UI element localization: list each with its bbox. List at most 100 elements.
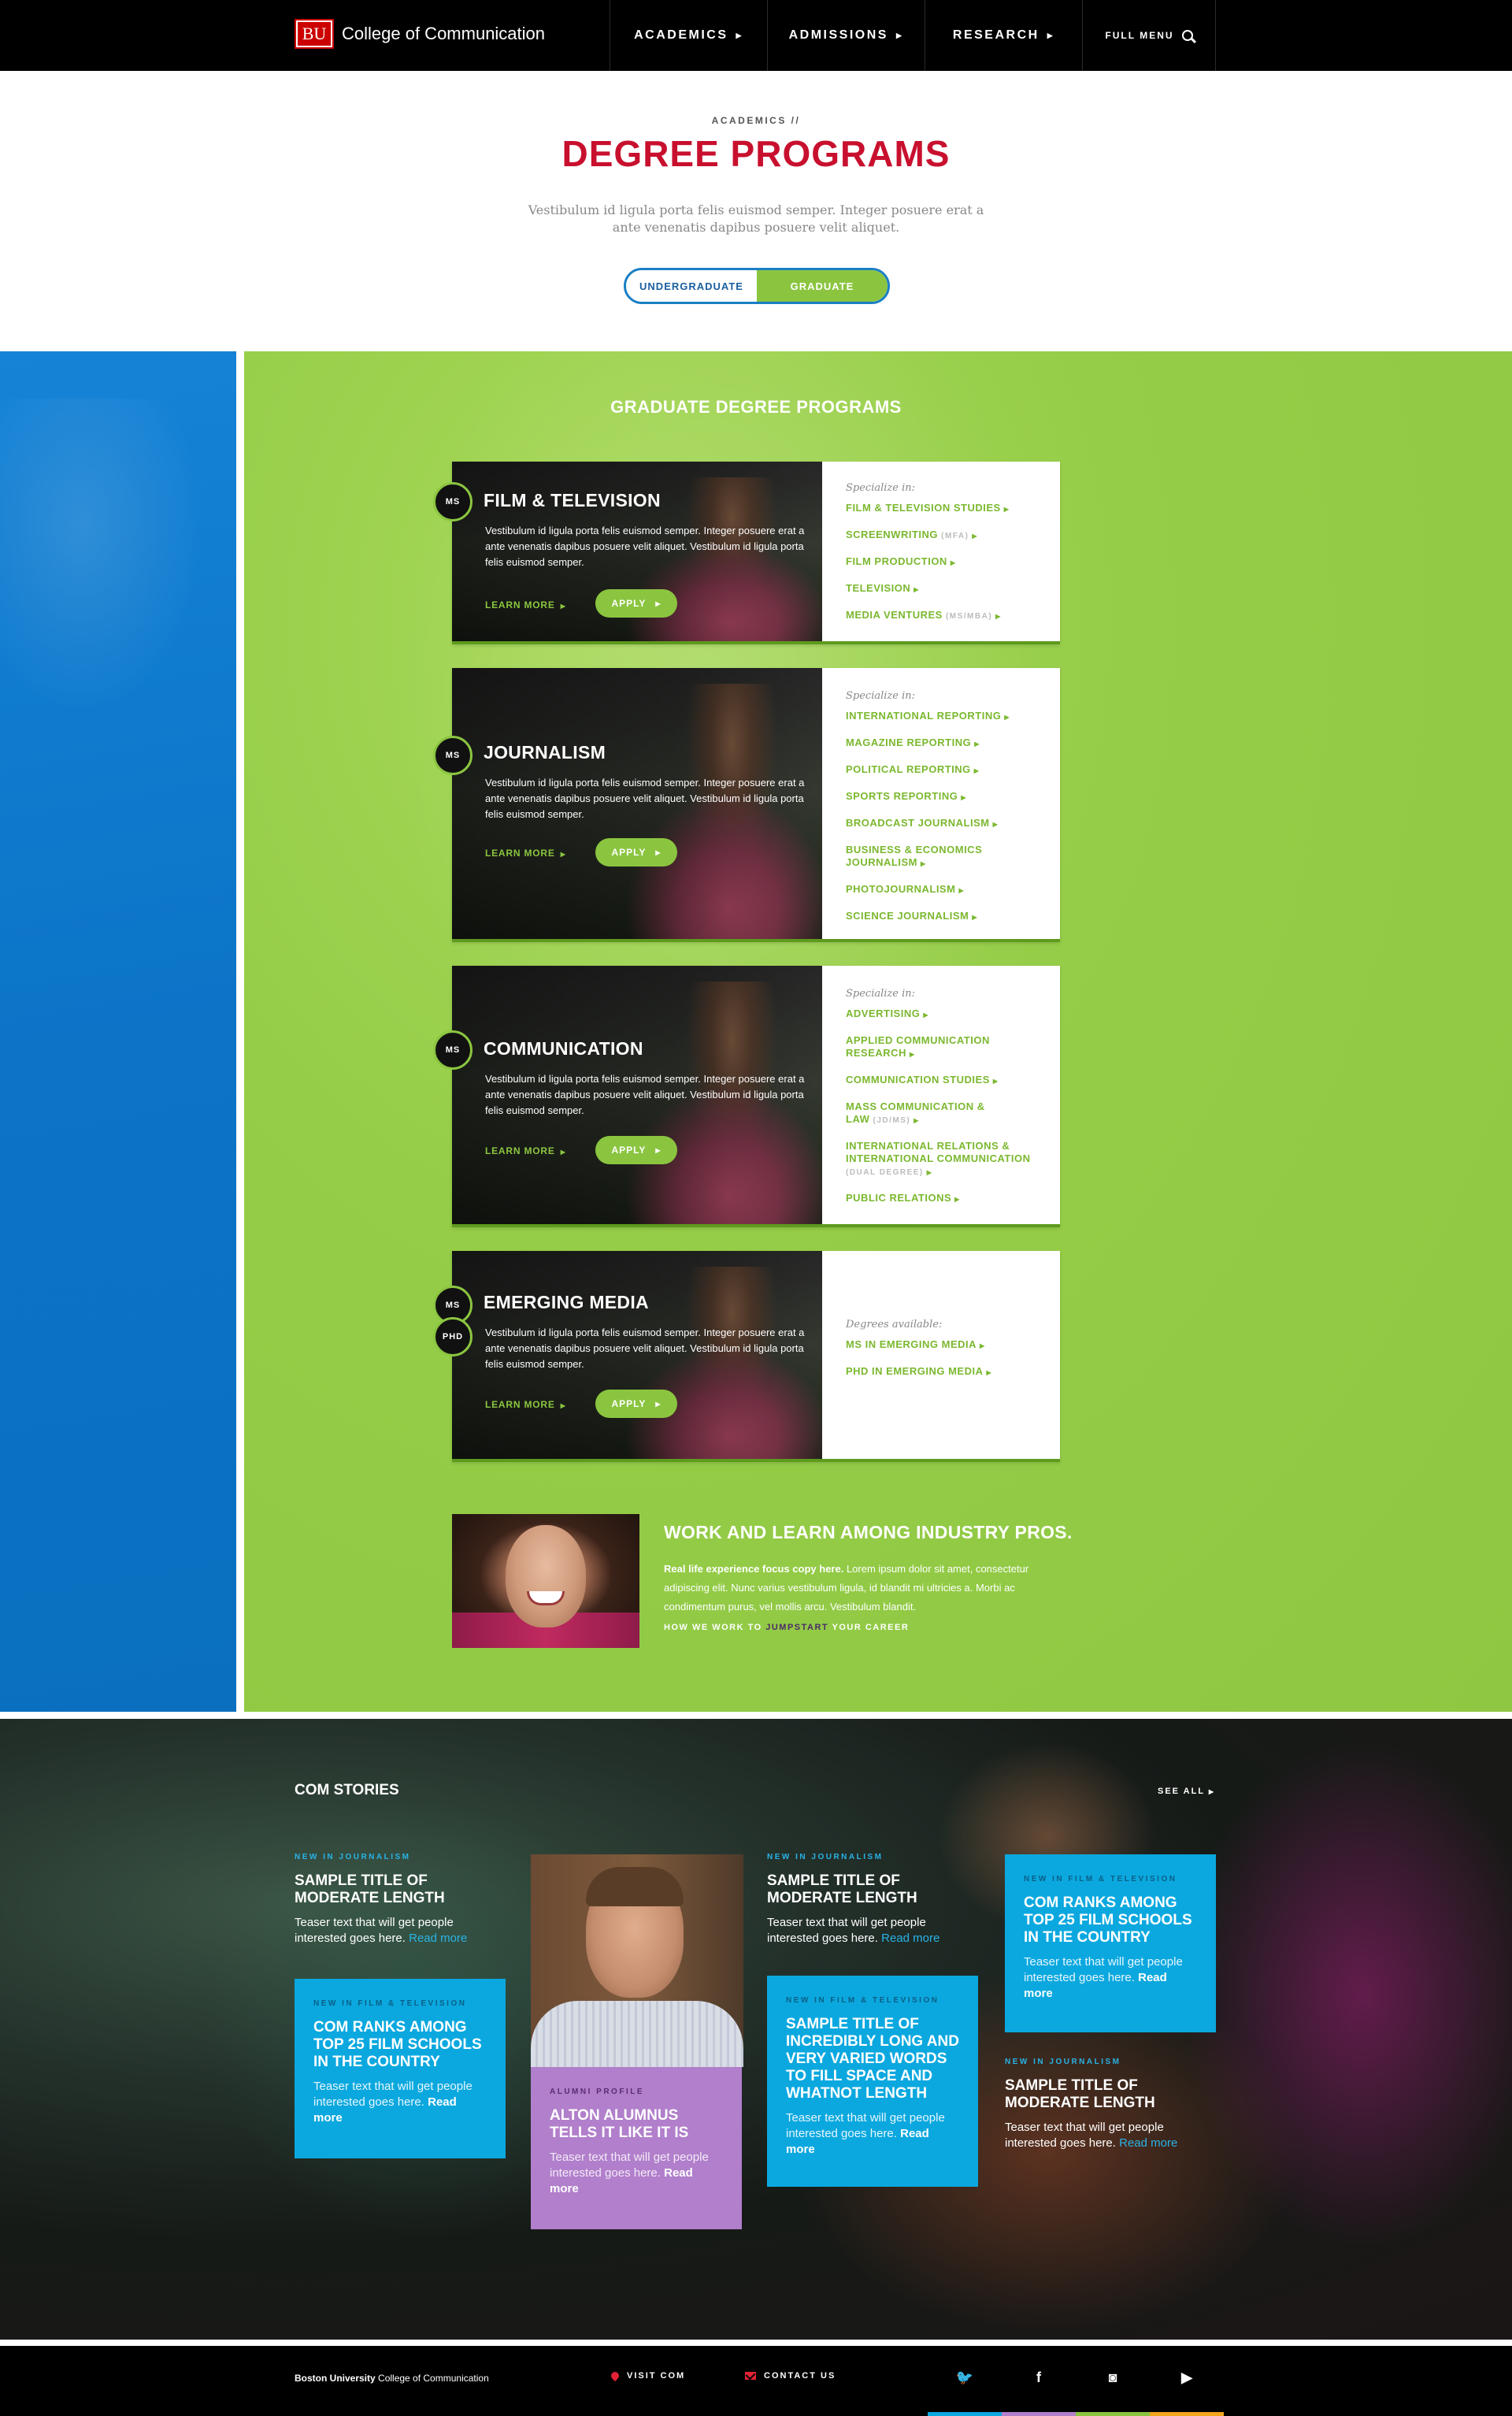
list-item[interactable]: FILM & TELEVISION STUDIES ▶ (846, 502, 1054, 516)
learn-more-link[interactable]: LEARN MORE ▶ (485, 599, 566, 610)
list-item[interactable]: SCIENCE JOURNALISM ▶ (846, 910, 1054, 924)
nav-admissions[interactable]: ADMISSIONS ▶ (767, 0, 925, 71)
program-name: EMERGING MEDIA (484, 1292, 649, 1312)
degree-badge: PHD (433, 1317, 472, 1356)
read-more-link[interactable]: Read more (1119, 2136, 1177, 2150)
site-brand[interactable]: BU College of Communication (295, 19, 545, 49)
list-item[interactable]: TELEVISION ▶ (846, 582, 1054, 596)
story-card[interactable]: NEW IN FILM & TELEVISION SAMPLE TITLE OF… (767, 1976, 978, 2187)
list-item[interactable]: PUBLIC RELATIONS ▶ (846, 1192, 1054, 1206)
caret-right-icon: ▶ (655, 1400, 662, 1408)
toggle-graduate[interactable]: GRADUATE (757, 270, 888, 302)
youtube-icon[interactable]: ▶ (1150, 2362, 1224, 2393)
nav-research[interactable]: RESEARCH ▶ (925, 0, 1082, 71)
contact-us-link[interactable]: CONTACT US (745, 2371, 836, 2381)
stories-title: COM STORIES (295, 1782, 399, 1798)
list-item[interactable]: POLITICAL REPORTING ▶ (846, 763, 1054, 777)
story-card[interactable]: NEW IN FILM & TELEVISION COM RANKS AMONG… (295, 1979, 506, 2158)
degree-badge: MS (433, 1030, 472, 1070)
read-more-link[interactable]: Read more (409, 1932, 467, 1945)
list-item[interactable]: PHOTOJOURNALISM ▶ (846, 883, 1054, 897)
social-accent-bar (1002, 2412, 1076, 2416)
nav-academics-label: ACADEMICS (634, 28, 728, 42)
apply-button[interactable]: APPLY ▶ (595, 1136, 677, 1164)
list-item[interactable]: MEDIA VENTURES (MS/MBA) ▶ (846, 609, 1054, 623)
caret-right-icon: ▶ (558, 851, 566, 858)
apply-button[interactable]: APPLY ▶ (595, 589, 677, 618)
list-item[interactable]: PHD IN EMERGING MEDIA ▶ (846, 1365, 1054, 1379)
visit-com-link[interactable]: VISIT COM (609, 2370, 685, 2382)
nav-full-menu[interactable]: FULL MENU (1082, 0, 1216, 71)
program-description: Vestibulum id ligula porta felis euismod… (485, 1073, 805, 1116)
caret-right-icon: ▶ (655, 1146, 662, 1154)
intro-text: Vestibulum id ligula porta felis euismod… (528, 202, 984, 235)
caret-right-icon: ▶ (736, 31, 743, 39)
site-name[interactable]: College of Communication (342, 24, 545, 44)
list-label: Degrees available: (846, 1319, 943, 1330)
specializations-list: Specialize in: FILM & TELEVISION STUDIES… (846, 482, 1054, 636)
list-item[interactable]: MASS COMMUNICATION & LAW (JD/MS) ▶ (846, 1100, 995, 1127)
social-accent-bar (1076, 2412, 1150, 2416)
toggle-undergraduate[interactable]: UNDERGRADUATE (626, 270, 757, 302)
apply-button[interactable]: APPLY ▶ (595, 838, 677, 867)
promo-title: WORK AND LEARN AMONG INDUSTRY PROS. (664, 1522, 1073, 1542)
specializations-list: Specialize in: ADVERTISING ▶ APPLIED COMM… (846, 988, 1054, 1219)
story-card[interactable]: NEW IN JOURNALISM SAMPLE TITLE OF MODERA… (767, 1853, 978, 1947)
social-accent-bar (928, 2412, 1002, 2416)
list-item[interactable]: INTERNATIONAL RELATIONS & INTERNATIONAL … (846, 1140, 1051, 1179)
nav-research-label: RESEARCH (952, 28, 1040, 42)
program-name: COMMUNICATION (484, 1038, 643, 1059)
alumnus-photo (531, 1854, 743, 2067)
caret-right-icon: ▶ (1047, 31, 1055, 39)
list-item[interactable]: MAGAZINE REPORTING ▶ (846, 737, 1054, 751)
list-item[interactable]: INTERNATIONAL REPORTING ▶ (846, 710, 1054, 724)
story-card[interactable]: NEW IN JOURNALISM SAMPLE TITLE OF MODERA… (1005, 2058, 1216, 2151)
list-item[interactable]: BROADCAST JOURNALISM ▶ (846, 817, 1054, 831)
learn-more-link[interactable]: LEARN MORE ▶ (485, 1145, 566, 1156)
list-label: Specialize in: (846, 690, 916, 702)
specializations-list: Specialize in: INTERNATIONAL REPORTING ▶ … (846, 690, 1054, 937)
list-item[interactable]: COMMUNICATION STUDIES ▶ (846, 1074, 1054, 1088)
list-item[interactable]: SPORTS REPORTING ▶ (846, 790, 1054, 804)
caret-right-icon: ▶ (895, 31, 904, 39)
program-name: FILM & TELEVISION (484, 490, 661, 510)
envelope-icon (745, 2372, 756, 2380)
learn-more-link[interactable]: LEARN MORE ▶ (485, 1399, 566, 1410)
list-item[interactable]: APPLIED COMMUNICATION RESEARCH ▶ (846, 1034, 1011, 1061)
list-item[interactable]: BUSINESS & ECONOMICS JOURNALISM ▶ (846, 844, 1003, 870)
program-card-emerging-media: MS PHD EMERGING MEDIA Vestibulum id ligu… (433, 1251, 1060, 1462)
list-label: Specialize in: (846, 482, 916, 494)
list-item[interactable]: FILM PRODUCTION ▶ (846, 555, 1054, 570)
jumpstart-career-link[interactable]: HOW WE WORK TO JUMPSTART YOUR CAREER (664, 1623, 909, 1632)
breadcrumb[interactable]: ACADEMICS // (0, 115, 1512, 126)
apply-button[interactable]: APPLY ▶ (595, 1390, 677, 1418)
list-label: Specialize in: (846, 988, 916, 1000)
degree-level-toggle: UNDERGRADUATE GRADUATE (624, 268, 890, 304)
main-nav: ACADEMICS ▶ ADMISSIONS ▶ RESEARCH ▶ FULL… (610, 0, 1216, 71)
list-item[interactable]: SCREENWRITING (MFA) ▶ (846, 529, 1054, 543)
story-card[interactable]: NEW IN FILM & TELEVISION COM RANKS AMONG… (1005, 1854, 1216, 2032)
twitter-icon[interactable]: 🐦 (928, 2362, 1002, 2393)
facebook-icon[interactable]: f (1002, 2362, 1076, 2393)
site-footer (0, 2346, 1512, 2416)
read-more-link[interactable]: Read more (881, 1932, 939, 1945)
list-item[interactable]: MS IN EMERGING MEDIA ▶ (846, 1338, 1054, 1353)
program-description: Vestibulum id ligula porta felis euismod… (485, 1327, 805, 1370)
see-all-link[interactable]: SEE ALL ▶ (1158, 1787, 1215, 1796)
bu-logo[interactable]: BU (295, 19, 334, 49)
footer-brand[interactable]: Boston University College of Communicati… (295, 2373, 489, 2384)
industry-pro-photo (452, 1514, 639, 1648)
program-description: Vestibulum id ligula porta felis euismod… (485, 525, 805, 568)
degree-badge: MS (433, 482, 472, 521)
degree-badge: MS (433, 736, 472, 775)
learn-more-link[interactable]: LEARN MORE ▶ (485, 848, 566, 859)
list-item[interactable]: ADVERTISING ▶ (846, 1008, 1054, 1022)
search-icon[interactable] (1181, 30, 1193, 41)
program-card-film-television: MS FILM & TELEVISION Vestibulum id ligul… (433, 462, 1060, 644)
story-card[interactable]: ALUMNI PROFILE ALTON ALUMNUS TELLS IT LI… (531, 2067, 742, 2229)
nav-academics[interactable]: ACADEMICS ▶ (610, 0, 767, 71)
instagram-icon[interactable]: ◙ (1076, 2362, 1150, 2393)
program-name: JOURNALISM (484, 742, 606, 763)
nav-full-menu-label: FULL MENU (1105, 30, 1174, 41)
story-card[interactable]: NEW IN JOURNALISM SAMPLE TITLE OF MODERA… (295, 1853, 506, 1947)
